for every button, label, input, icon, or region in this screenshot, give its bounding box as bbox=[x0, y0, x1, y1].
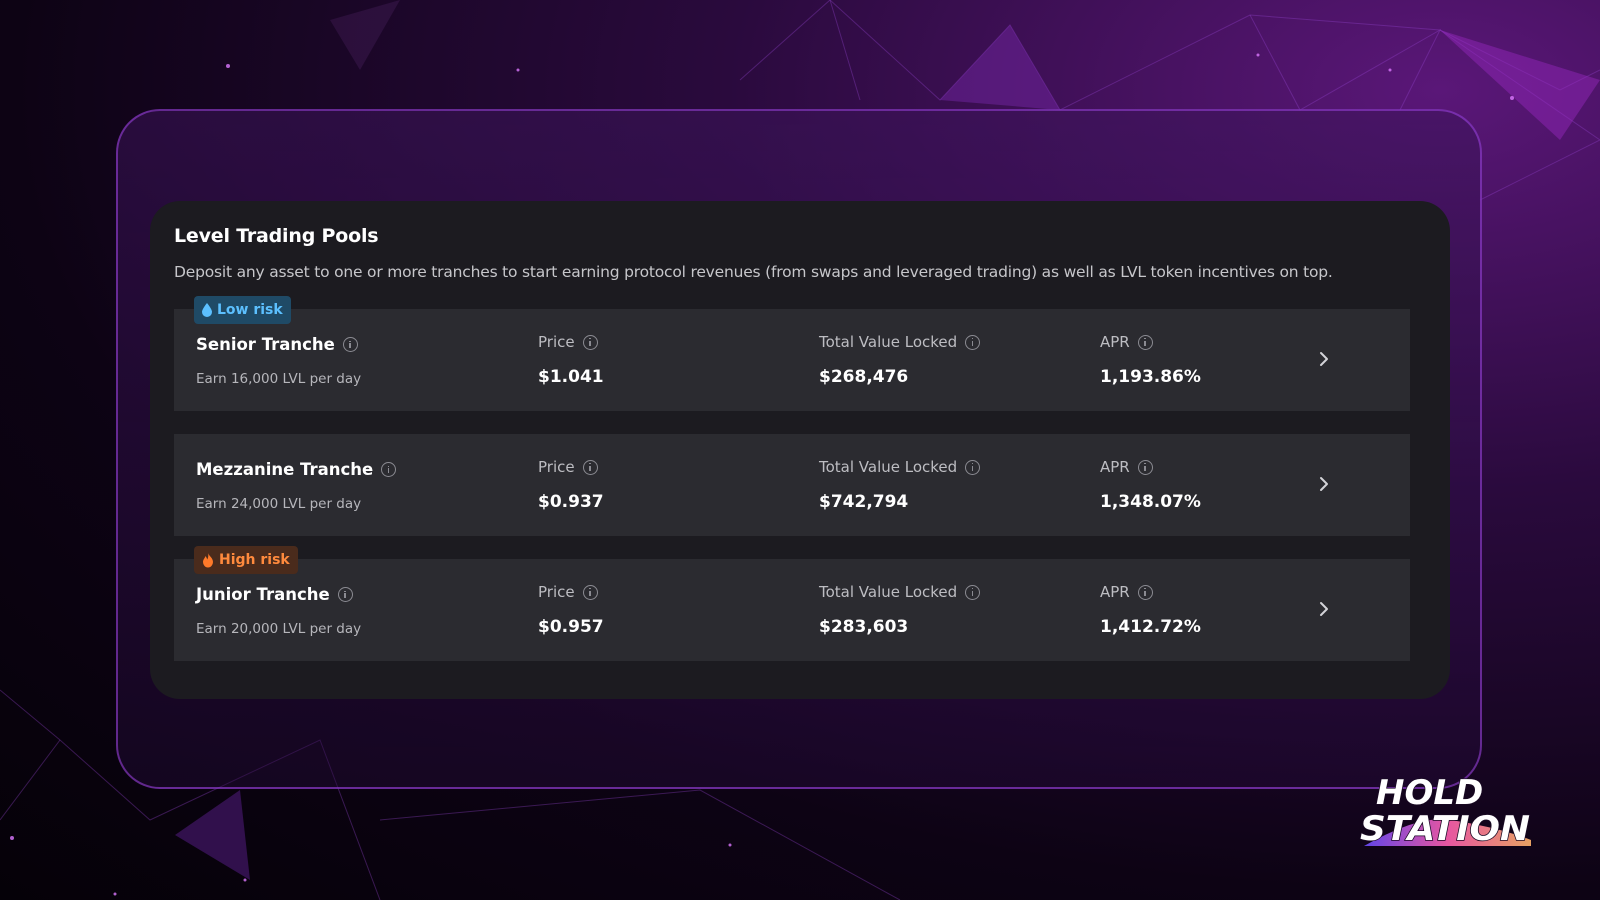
price-label: Price bbox=[538, 333, 598, 351]
info-icon[interactable] bbox=[1137, 584, 1153, 600]
apr-label: APR bbox=[1100, 583, 1153, 601]
price-label: Price bbox=[538, 458, 598, 476]
info-icon[interactable] bbox=[582, 334, 598, 350]
panel-description: Deposit any asset to one or more tranche… bbox=[174, 263, 1333, 281]
apr-label: APR bbox=[1100, 458, 1153, 476]
svg-text:STATION: STATION bbox=[1360, 809, 1530, 848]
info-icon[interactable] bbox=[582, 459, 598, 475]
tvl-label: Total Value Locked bbox=[819, 458, 981, 476]
apr-value: 1,348.07% bbox=[1100, 492, 1201, 512]
water-drop-icon bbox=[202, 303, 212, 317]
info-icon[interactable] bbox=[965, 334, 981, 350]
panel-title: Level Trading Pools bbox=[174, 225, 379, 247]
fire-icon bbox=[203, 552, 213, 567]
tranche-name: Senior Tranche bbox=[196, 335, 358, 354]
info-icon[interactable] bbox=[342, 337, 358, 352]
tranche-row-junior[interactable]: Junior Tranche Earn 20,000 LVL per day P… bbox=[174, 559, 1410, 661]
chevron-right-icon[interactable] bbox=[1314, 474, 1334, 494]
info-icon[interactable] bbox=[582, 584, 598, 600]
tvl-value: $742,794 bbox=[819, 492, 909, 512]
tranche-row-mezzanine[interactable]: Mezzanine Tranche Earn 24,000 LVL per da… bbox=[174, 434, 1410, 536]
info-icon[interactable] bbox=[965, 459, 981, 475]
tvl-value: $283,603 bbox=[819, 617, 909, 637]
info-icon[interactable] bbox=[1137, 334, 1153, 350]
apr-value: 1,193.86% bbox=[1100, 367, 1201, 387]
info-icon[interactable] bbox=[1137, 459, 1153, 475]
svg-text:HOLD: HOLD bbox=[1376, 773, 1483, 813]
tranche-earn: Earn 24,000 LVL per day bbox=[196, 496, 362, 512]
high-risk-badge: High risk bbox=[194, 546, 298, 574]
tranche-earn: Earn 16,000 LVL per day bbox=[196, 371, 362, 387]
info-icon[interactable] bbox=[381, 462, 397, 477]
apr-value: 1,412.72% bbox=[1100, 617, 1201, 637]
low-risk-badge: Low risk bbox=[194, 296, 291, 324]
tranche-name: Junior Tranche bbox=[196, 585, 353, 604]
tvl-label: Total Value Locked bbox=[819, 333, 981, 351]
tvl-value: $268,476 bbox=[819, 367, 909, 387]
price-label: Price bbox=[538, 583, 598, 601]
chevron-right-icon[interactable] bbox=[1314, 349, 1334, 369]
tranche-row-senior[interactable]: Senior Tranche Earn 16,000 LVL per day P… bbox=[174, 309, 1410, 411]
info-icon[interactable] bbox=[337, 587, 353, 602]
price-value: $1.041 bbox=[538, 367, 604, 387]
pools-panel: Level Trading Pools Deposit any asset to… bbox=[150, 201, 1450, 699]
tranche-earn: Earn 20,000 LVL per day bbox=[196, 621, 362, 637]
info-icon[interactable] bbox=[965, 584, 981, 600]
price-value: $0.957 bbox=[538, 617, 604, 637]
price-value: $0.937 bbox=[538, 492, 604, 512]
apr-label: APR bbox=[1100, 333, 1153, 351]
chevron-right-icon[interactable] bbox=[1314, 599, 1334, 619]
tvl-label: Total Value Locked bbox=[819, 583, 981, 601]
holdstation-logo: HOLD STATION bbox=[1359, 772, 1531, 848]
tranche-name: Mezzanine Tranche bbox=[196, 460, 397, 479]
